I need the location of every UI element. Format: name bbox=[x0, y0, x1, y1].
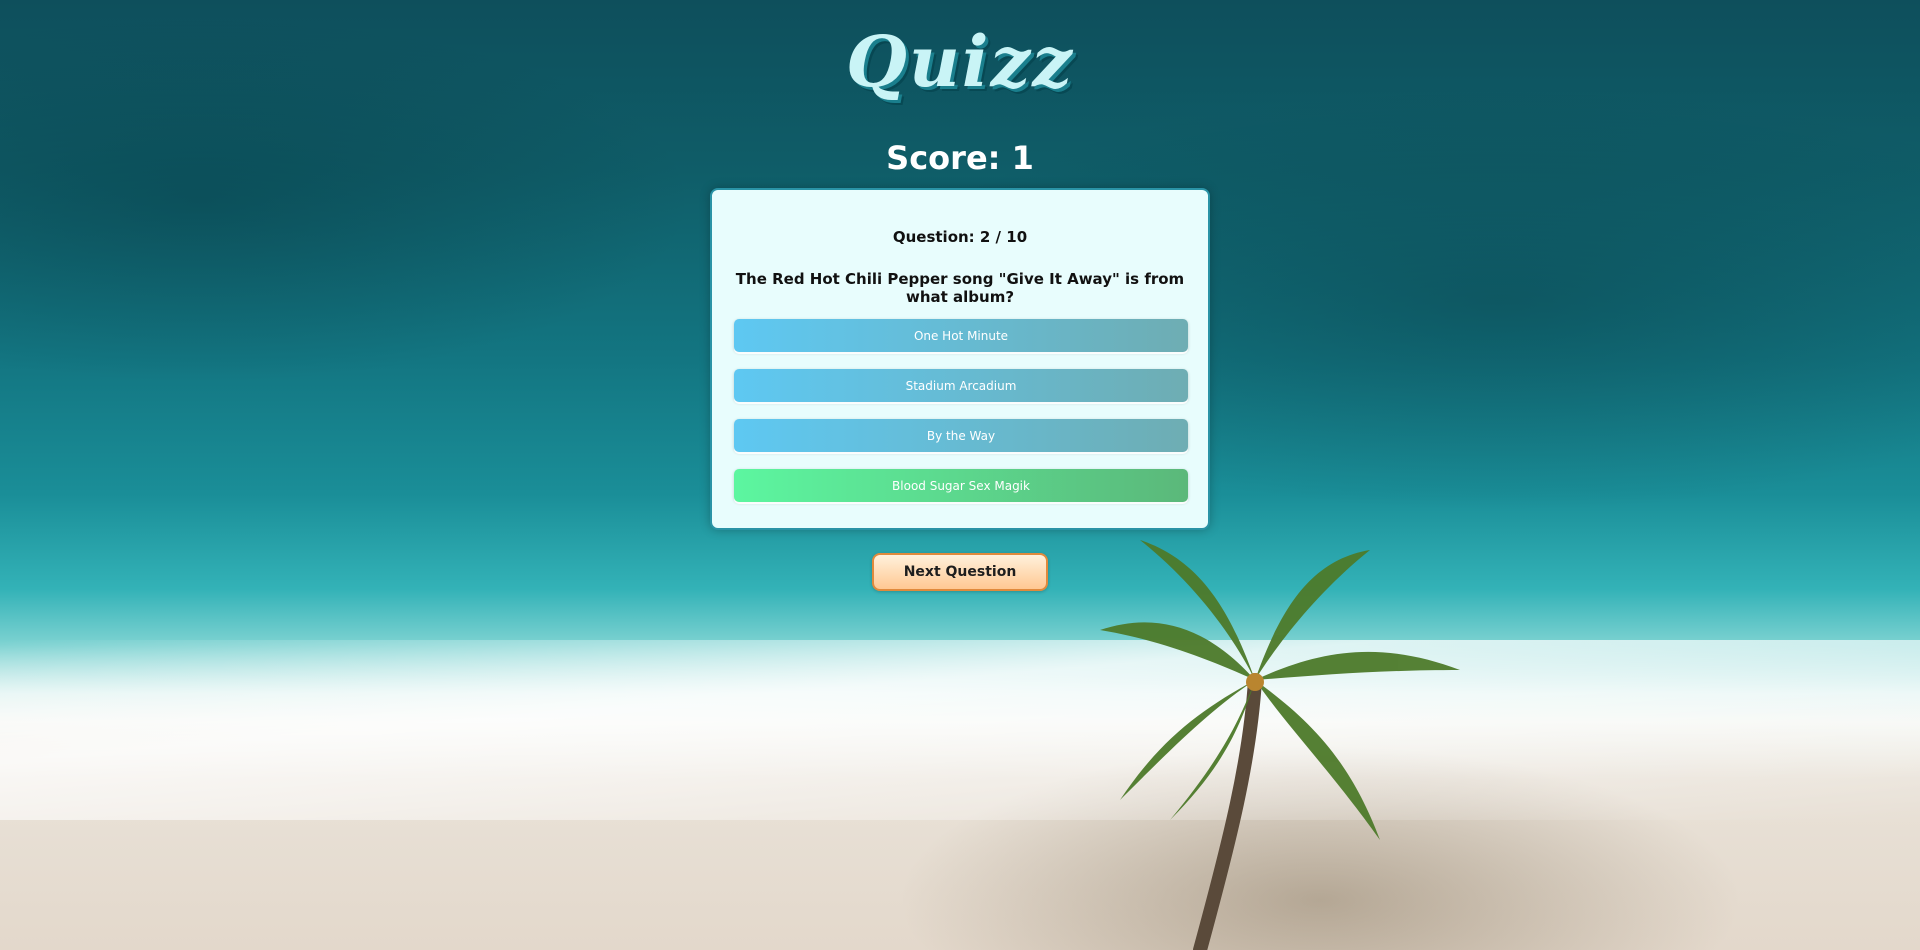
question-text: The Red Hot Chili Pepper song "Give It A… bbox=[735, 270, 1185, 306]
score-display: Score: 1 bbox=[886, 139, 1034, 177]
answer-button-correct[interactable]: Blood Sugar Sex Magik bbox=[734, 469, 1188, 502]
question-counter: Question: 2 / 10 bbox=[892, 228, 1028, 246]
answer-button[interactable]: Stadium Arcadium bbox=[734, 369, 1188, 402]
next-question-button[interactable]: Next Question bbox=[872, 553, 1048, 591]
answer-button[interactable]: By the Way bbox=[734, 419, 1188, 452]
quiz-app: Quizz Score: 1 Question: 2 / 10 The Red … bbox=[0, 0, 1920, 950]
answer-list: One Hot Minute Stadium Arcadium By the W… bbox=[734, 319, 1188, 519]
question-card: Question: 2 / 10 The Red Hot Chili Peppe… bbox=[710, 188, 1210, 530]
app-logo: Quizz bbox=[846, 20, 1074, 103]
answer-button[interactable]: One Hot Minute bbox=[734, 319, 1188, 352]
